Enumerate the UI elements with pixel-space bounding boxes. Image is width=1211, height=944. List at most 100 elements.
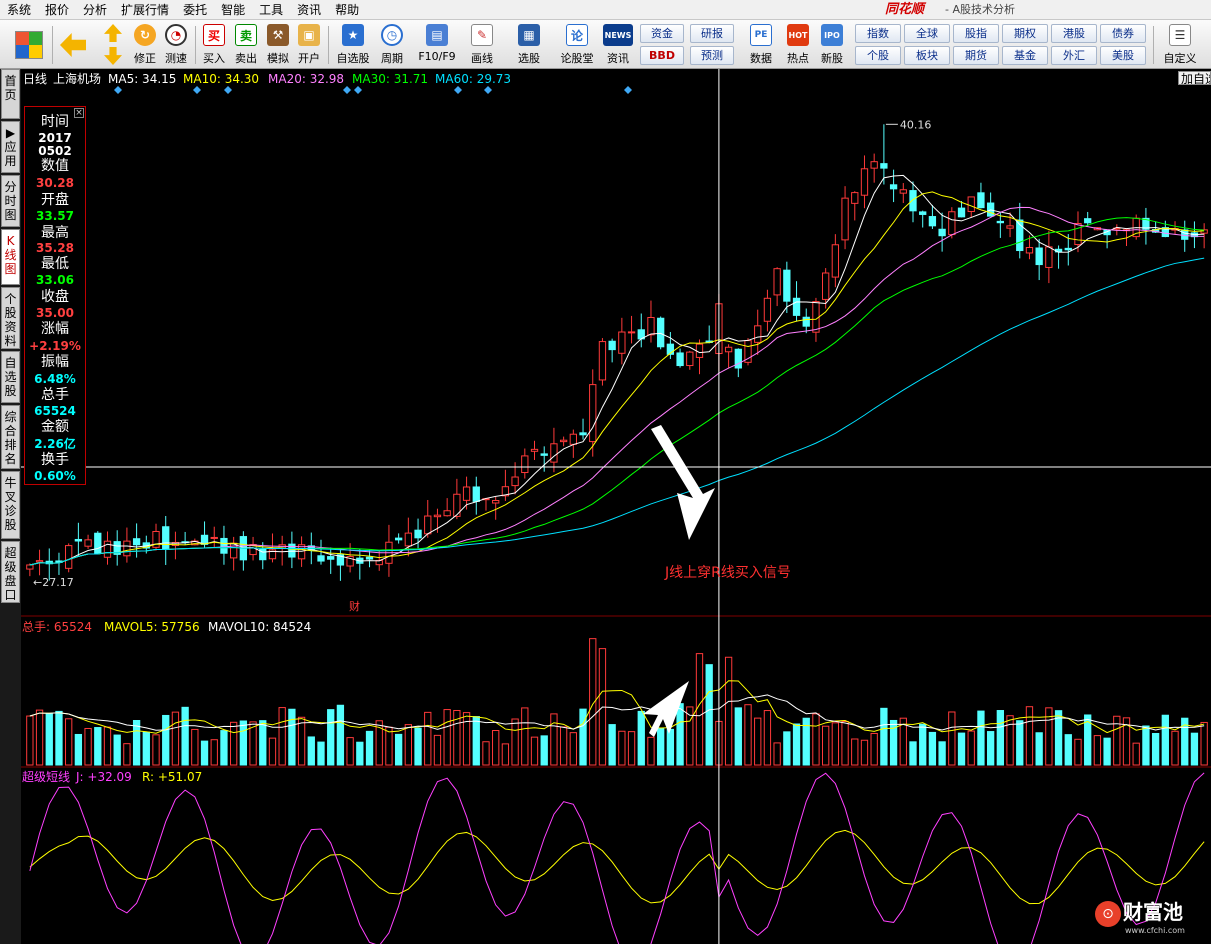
forum-button[interactable]: 论论股堂: [557, 23, 597, 67]
open-account-button[interactable]: ▣ 开户: [293, 23, 325, 67]
hk-stock-button[interactable]: 港股: [1051, 24, 1097, 43]
candle-body: [1025, 247, 1034, 254]
candle-body: [433, 514, 442, 518]
volume-bar: [65, 718, 73, 766]
menu-item[interactable]: 智能: [214, 0, 252, 20]
period-label: 日线: [23, 72, 48, 86]
bbd-button[interactable]: BBD: [640, 46, 684, 65]
candle-body: [220, 537, 228, 554]
candle-body: [773, 268, 781, 296]
menu-item[interactable]: 帮助: [328, 0, 366, 20]
annotation-arrow-up: [651, 425, 715, 540]
menu-item[interactable]: 系统: [0, 0, 38, 20]
candle-body: [657, 317, 665, 348]
volume-bar: [132, 720, 141, 766]
volume-bar: [404, 724, 412, 766]
forecast-button[interactable]: 预测: [690, 46, 734, 65]
volume-bar: [676, 703, 684, 766]
capital-button[interactable]: 资金: [640, 24, 684, 43]
info-value: 2.26亿: [34, 437, 76, 451]
info-value: 30.28: [36, 176, 74, 190]
draw-line-button[interactable]: ✎ 画线: [466, 23, 498, 67]
candle-body: [880, 163, 888, 169]
candle-body: [559, 439, 568, 443]
candle-body: [841, 197, 849, 241]
info-value: 2017: [38, 131, 72, 145]
volume-bar: [259, 720, 267, 766]
volume-bar: [142, 731, 150, 766]
add-watchlist-button[interactable]: 加自选: [1178, 71, 1211, 85]
toolbar-separator: [52, 26, 53, 64]
menu-item[interactable]: 分析: [76, 0, 114, 20]
side-tab-bar: 首 页 ▶ 应 用分 时 图 K 线 图个 股 资 料自 选 股综 合 排 名牛 叉…: [0, 69, 21, 944]
side-tab[interactable]: ▶ 应 用: [1, 121, 20, 173]
candle-body: [394, 537, 403, 541]
period-button[interactable]: ◷ 周期: [376, 23, 408, 67]
candle-body: [327, 556, 335, 560]
bond-button[interactable]: 债券: [1100, 24, 1146, 43]
side-tab[interactable]: 超 级 盘 口: [1, 541, 20, 603]
candle-body: [618, 331, 626, 354]
menu-item[interactable]: 扩展行情: [114, 0, 176, 20]
index-button[interactable]: 指数: [855, 24, 901, 43]
candle-body: [540, 453, 548, 456]
toolbar-separator: [195, 26, 196, 64]
arrow-down-icon[interactable]: [104, 47, 122, 65]
menu-item[interactable]: 资讯: [290, 0, 328, 20]
sector-button[interactable]: 板块: [904, 46, 950, 65]
data-button[interactable]: PE 数据: [745, 23, 777, 67]
speed-test-button[interactable]: ◔ 测速: [160, 23, 192, 67]
customize-button[interactable]: ☰ 自定义: [1160, 23, 1200, 67]
fund-button[interactable]: 基金: [1002, 46, 1048, 65]
research-button[interactable]: 研报: [690, 24, 734, 43]
candle-body: [792, 297, 801, 316]
forex-button[interactable]: 外汇: [1051, 46, 1097, 65]
single-stock-button[interactable]: 个股: [855, 46, 901, 65]
menu-item[interactable]: 报价: [38, 0, 76, 20]
side-tab[interactable]: 个 股 资 料: [1, 287, 20, 349]
sell-button[interactable]: 卖卖出: [230, 23, 262, 67]
volume-bar: [356, 741, 364, 766]
menu-item[interactable]: 工具: [252, 0, 290, 20]
side-tab[interactable]: 综 合 排 名: [1, 405, 20, 469]
arrow-up-icon[interactable]: [104, 24, 122, 42]
volume-bar: [424, 711, 432, 766]
side-tab[interactable]: 牛 叉 诊 股: [1, 471, 20, 539]
event-marker: [454, 86, 462, 94]
menu-item[interactable]: 委托: [176, 0, 214, 20]
options-button[interactable]: 期权: [1002, 24, 1048, 43]
news-button[interactable]: NEWS 资讯: [601, 23, 635, 67]
side-tab[interactable]: 分 时 图: [1, 175, 20, 227]
volume-bar: [511, 718, 519, 766]
volume-bar: [113, 734, 121, 766]
volume-bar: [472, 716, 480, 766]
ipo-button[interactable]: IPO 新股: [816, 23, 848, 67]
side-tab[interactable]: K 线 图: [1, 229, 20, 285]
futures-button[interactable]: 期货: [953, 46, 999, 65]
side-tab[interactable]: 自 选 股: [1, 351, 20, 403]
volume-bar: [433, 734, 442, 766]
info-value: 35.28: [36, 241, 74, 255]
volume-bar: [880, 707, 888, 766]
volume-bar: [1190, 732, 1199, 766]
stock-picker-button[interactable]: ▦ 选股: [513, 23, 545, 67]
f10-button[interactable]: ▤ F10/F9: [418, 23, 456, 67]
volume-bar: [200, 740, 209, 766]
buy-button[interactable]: 买买入: [198, 23, 230, 67]
info-value: 33.06: [36, 273, 74, 287]
watchlist-button[interactable]: ★ 自选股: [334, 23, 372, 67]
global-button[interactable]: 全球: [904, 24, 950, 43]
correct-button[interactable]: ↻ 修正: [129, 23, 161, 67]
candle-body: [627, 331, 636, 334]
logo-grid-icon[interactable]: [15, 31, 43, 59]
candle-body: [462, 486, 471, 501]
simulate-button[interactable]: ⚒ 模拟: [262, 23, 294, 67]
buy-icon: 买: [203, 24, 225, 46]
stock-index-button[interactable]: 股指: [953, 24, 999, 43]
side-tab[interactable]: 首 页: [1, 69, 20, 119]
hot-button[interactable]: HOT 热点: [782, 23, 814, 67]
us-stock-button[interactable]: 美股: [1100, 46, 1146, 65]
event-marker: [624, 86, 632, 94]
chart-area[interactable]: 40.16 ←27.17 财: [21, 69, 1211, 944]
back-icon[interactable]: [60, 33, 86, 57]
